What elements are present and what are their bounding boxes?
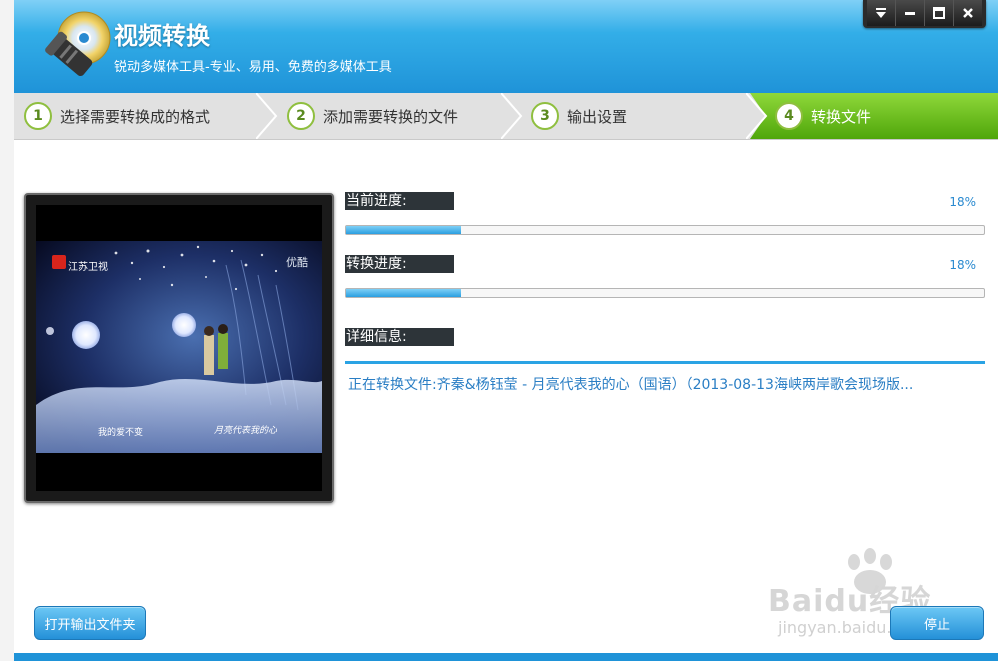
stop-button[interactable]: 停止 [890,606,984,640]
convert-progress-label: 转换进度: [345,255,454,273]
app-subtitle: 锐动多媒体工具-专业、易用、免费的多媒体工具 [114,60,392,75]
title-bar[interactable]: 视频转换 锐动多媒体工具-专业、易用、免费的多媒体工具 [14,0,998,93]
minimize-button[interactable] [895,0,924,26]
detail-info-label: 详细信息: [345,328,454,346]
flashlight-cd-logo-icon [45,11,111,77]
current-progress-percent: 18% [949,195,976,209]
window-controls [863,0,986,28]
bottom-status-bar [14,653,998,661]
wizard-steps: 1 选择需要转换成的格式 2 添加需要转换的文件 3 输出设置 4 转换文件 [14,93,998,140]
maximize-icon [933,7,945,19]
video-preview: 江苏卫视 优酷 我的爱不变 月亮代表我的心 [36,205,322,491]
step-4-number: 4 [775,102,803,130]
maximize-button[interactable] [924,0,953,26]
step-3-label: 输出设置 [567,107,628,126]
channel-logo: 江苏卫视 [68,262,108,273]
close-icon [963,8,973,18]
channel-logo-mark [52,255,66,269]
app-title: 视频转换 [114,22,210,50]
dropdown-button[interactable] [867,0,895,26]
step-3[interactable]: 3 输出设置 [531,93,627,139]
current-progress-label: 当前进度: [345,192,454,210]
open-output-folder-button[interactable]: 打开输出文件夹 [34,606,146,640]
source-logo: 优酷 [286,256,308,269]
step-3-number: 3 [531,102,559,130]
step-1-number: 1 [24,102,52,130]
detail-divider [345,361,985,364]
convert-progress-percent: 18% [949,258,976,272]
step-separator [501,93,523,139]
step-1[interactable]: 1 选择需要转换成的格式 [24,93,210,139]
subtitle-right: 月亮代表我的心 [214,426,278,436]
step-2[interactable]: 2 添加需要转换的文件 [287,93,458,139]
subtitle-left: 我的爱不变 [98,428,144,438]
step-1-label: 选择需要转换成的格式 [60,107,211,126]
current-progress-fill [346,226,461,234]
step-2-number: 2 [287,102,315,130]
video-preview-frame: 江苏卫视 优酷 我的爱不变 月亮代表我的心 [24,193,334,503]
step-separator [746,93,768,139]
dropdown-icon [876,8,886,18]
step-separator [256,93,278,139]
video-frame-image [36,241,322,491]
convert-progress-bar [345,288,985,298]
desktop-left-edge [0,0,15,661]
current-progress-bar [345,225,985,235]
step-2-label: 添加需要转换的文件 [323,107,459,126]
minimize-icon [905,12,915,15]
close-button[interactable] [953,0,982,26]
video-converter-window: 视频转换 锐动多媒体工具-专业、易用、免费的多媒体工具 1 选择需要转换成的格式… [14,0,998,661]
convert-progress-fill [346,289,461,297]
detail-info-text: 正在转换文件:齐秦&杨钰莹 - 月亮代表我的心（国语）（2013-08-13海峡… [348,377,914,393]
step-4-label: 转换文件 [811,107,872,126]
step-4[interactable]: 4 转换文件 [775,93,871,139]
